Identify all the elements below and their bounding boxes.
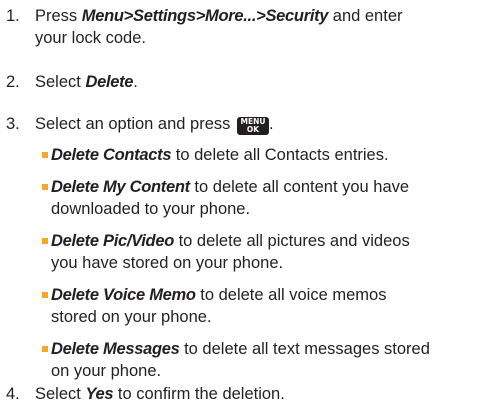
option-desc: to delete all voice memos	[195, 286, 387, 304]
step-pre-text: Press	[35, 7, 82, 25]
option-text: Delete Contacts to delete all Contacts e…	[51, 144, 471, 166]
option-desc: to delete all content you have	[189, 178, 410, 196]
bullet-icon	[42, 152, 48, 158]
step-number: 4.	[6, 385, 20, 403]
option-desc: to delete all text messages stored	[179, 340, 430, 358]
bullet-icon	[42, 238, 48, 244]
step-text: Select an option and press MENU OK.	[35, 113, 475, 135]
option-desc: you have stored on your phone.	[51, 254, 284, 272]
option-text: Delete Pic/Video to delete all pictures …	[51, 230, 471, 274]
emphasis-term: Delete	[85, 73, 134, 91]
option-text: Delete My Content to delete all content …	[51, 176, 471, 220]
step-post-text: .	[268, 115, 274, 133]
step-post-text: and enter	[328, 7, 403, 25]
key-label: OK	[246, 125, 260, 134]
option-desc: stored on your phone.	[51, 308, 212, 326]
option-name: Delete Messages	[51, 340, 180, 358]
step-text: Select Yes to confirm the deletion.	[35, 383, 475, 405]
step-number: 3.	[6, 115, 20, 133]
step-pre-text: Select	[35, 385, 86, 403]
bullet-icon	[42, 292, 48, 298]
step-pre-text: Select an option and press	[35, 115, 235, 133]
menu-path-item: Settings	[133, 7, 196, 25]
option-text: Delete Messages to delete all text messa…	[51, 338, 471, 382]
option-desc: downloaded to your phone.	[51, 200, 251, 218]
option-name: Delete Pic/Video	[51, 232, 174, 250]
path-separator: >	[123, 7, 134, 25]
menu-path-item: Menu	[81, 7, 124, 25]
step-post-text: to confirm the deletion.	[113, 385, 285, 403]
menu-ok-key-icon: MENU OK	[236, 117, 269, 135]
emphasis-term: Yes	[85, 385, 114, 403]
menu-path-item: Security	[265, 7, 329, 25]
option-name: Delete My Content	[51, 178, 190, 196]
instruction-page: 1. Press Menu>Settings>More...>Security …	[0, 0, 484, 408]
option-text: Delete Voice Memo to delete all voice me…	[51, 284, 471, 328]
step-post-text: .	[133, 73, 138, 91]
bullet-icon	[42, 346, 48, 352]
step-post-text: your lock code.	[35, 29, 146, 47]
option-desc: on your phone.	[51, 362, 162, 380]
step-text: Select Delete.	[35, 71, 475, 93]
step-pre-text: Select	[35, 73, 86, 91]
step-number: 1.	[6, 7, 20, 25]
bullet-icon	[42, 184, 48, 190]
option-name: Delete Contacts	[51, 146, 172, 164]
step-text: Press Menu>Settings>More...>Security and…	[35, 5, 475, 49]
step-number: 2.	[6, 73, 20, 91]
path-separator: >	[195, 7, 206, 25]
option-desc: to delete all pictures and videos	[173, 232, 410, 250]
option-name: Delete Voice Memo	[51, 286, 196, 304]
option-desc: to delete all Contacts entries.	[171, 146, 389, 164]
menu-path-item: More...	[205, 7, 257, 25]
